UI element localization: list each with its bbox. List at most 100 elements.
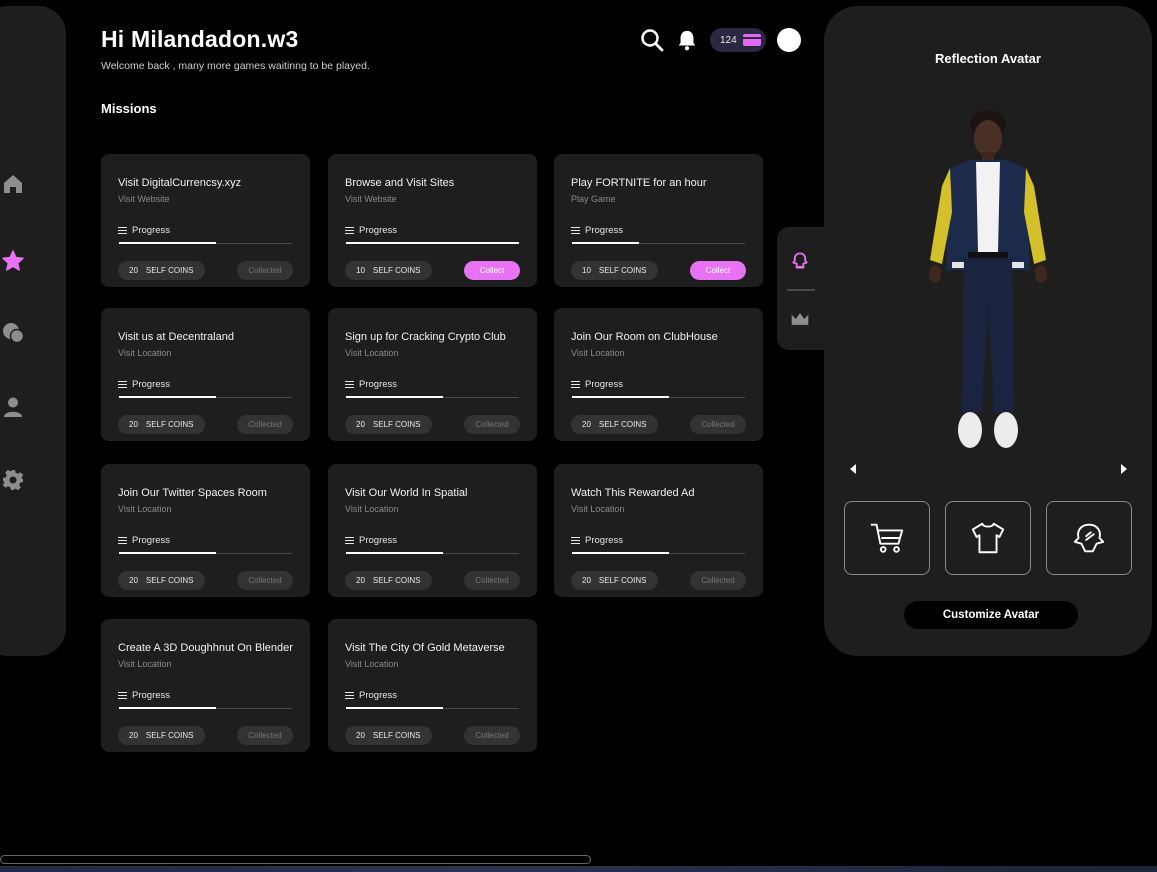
list-icon [571, 226, 580, 235]
bottom-strip [0, 866, 1157, 872]
chat-icon[interactable] [0, 320, 26, 346]
progress-track [572, 552, 745, 554]
progress-fill [572, 242, 640, 244]
coin-balance[interactable]: 124 [710, 28, 766, 52]
coins-amount: 20 [129, 731, 138, 740]
mission-subtitle: Visit Location [345, 504, 399, 514]
mission-subtitle: Visit Location [345, 348, 399, 358]
progress-label: Progress [571, 535, 623, 546]
avatar[interactable] [777, 28, 801, 52]
mission-subtitle: Visit Location [118, 504, 172, 514]
mission-title: Create A 3D Doughhnut On Blender [118, 642, 293, 654]
mission-card[interactable]: Browse and Visit Sites Visit Website Progr… [328, 154, 537, 287]
progress-label-text: Progress [132, 225, 171, 236]
mission-card[interactable]: Create A 3D Doughhnut On Blender Visit Lo… [101, 619, 310, 752]
progress-track [119, 396, 292, 398]
sidebar [0, 6, 66, 656]
shop-tile[interactable] [844, 501, 930, 575]
gear-icon[interactable] [0, 467, 26, 493]
collect-button[interactable]: Collect [690, 261, 746, 280]
mission-title: Join Our Room on ClubHouse [571, 331, 718, 343]
mission-card[interactable]: Join Our Twitter Spaces Room Visit Locati… [101, 464, 310, 597]
mission-card[interactable]: Visit DigitalCurrencsy.xyz Visit Website P… [101, 154, 310, 287]
avatar-icon[interactable] [790, 251, 810, 271]
mission-subtitle: Visit Website [118, 194, 170, 204]
collected-badge: Collected [237, 571, 293, 590]
list-icon [345, 226, 354, 235]
prev-arrow-icon[interactable] [848, 463, 858, 475]
coins-unit: SELF COINS [145, 731, 194, 740]
coins-unit: SELF COINS [598, 420, 647, 429]
next-arrow-icon[interactable] [1119, 463, 1129, 475]
user-icon[interactable] [0, 394, 26, 420]
coins-reward: 20 SELF COINS [571, 571, 659, 590]
customize-avatar-button[interactable]: Customize Avatar [904, 601, 1078, 629]
bell-icon[interactable] [676, 28, 698, 52]
progress-fill [346, 552, 443, 554]
horizontal-scrollbar[interactable] [0, 855, 591, 864]
avatar-figure [929, 110, 1047, 448]
mission-card[interactable]: Sign up for Cracking Crypto Club Visit Lo… [328, 308, 537, 441]
progress-track [119, 242, 292, 244]
coins-amount: 20 [129, 266, 138, 275]
list-icon [345, 380, 354, 389]
mission-subtitle: Visit Website [345, 194, 397, 204]
mission-subtitle: Visit Location [571, 348, 625, 358]
coins-amount: 20 [129, 576, 138, 585]
progress-label-text: Progress [359, 535, 398, 546]
list-icon [118, 226, 127, 235]
coins-amount: 10 [356, 266, 365, 275]
home-icon[interactable] [0, 171, 26, 197]
progress-label-text: Progress [359, 690, 398, 701]
collected-badge: Collected [690, 571, 746, 590]
page-title: Hi Milandadon.w3 [101, 26, 299, 52]
progress-fill [119, 242, 216, 244]
mission-card[interactable]: Watch This Rewarded Ad Visit Location Prog… [554, 464, 763, 597]
search-icon[interactable] [640, 28, 664, 52]
coins-reward: 20 SELF COINS [345, 571, 433, 590]
avatar-panel: Reflection Avatar Customize Avatar [824, 6, 1152, 656]
mission-title: Visit The City Of Gold Metaverse [345, 642, 505, 654]
coins-unit: SELF COINS [598, 266, 647, 275]
progress-label: Progress [571, 379, 623, 390]
coins-unit: SELF COINS [372, 266, 421, 275]
progress-track [346, 707, 519, 709]
coin-count: 124 [720, 34, 737, 46]
progress-track [346, 242, 519, 244]
progress-fill [119, 552, 216, 554]
coins-reward: 10 SELF COINS [345, 261, 433, 280]
mission-card[interactable]: Visit The City Of Gold Metaverse Visit Lo… [328, 619, 537, 752]
coins-amount: 20 [129, 420, 138, 429]
coins-reward: 20 SELF COINS [118, 415, 206, 434]
coins-amount: 10 [582, 266, 591, 275]
progress-label-text: Progress [132, 535, 171, 546]
progress-fill [346, 707, 443, 709]
progress-fill [572, 396, 669, 398]
coins-unit: SELF COINS [372, 576, 421, 585]
coins-unit: SELF COINS [145, 266, 194, 275]
list-icon [571, 380, 580, 389]
star-icon[interactable] [0, 248, 26, 274]
progress-fill [572, 552, 669, 554]
collect-button[interactable]: Collect [464, 261, 520, 280]
mission-card[interactable]: Visit us at Decentraland Visit Location Pr… [101, 308, 310, 441]
progress-label-text: Progress [585, 225, 624, 236]
progress-label: Progress [571, 225, 623, 236]
coins-unit: SELF COINS [372, 420, 421, 429]
progress-label: Progress [345, 535, 397, 546]
coins-unit: SELF COINS [145, 576, 194, 585]
avatar-side-tab [777, 227, 829, 350]
mission-title: Visit DigitalCurrencsy.xyz [118, 177, 242, 189]
accessory-tile[interactable] [1046, 501, 1132, 575]
mission-title: Play FORTNITE for an hour [571, 177, 707, 189]
list-icon [571, 536, 580, 545]
crown-icon[interactable] [790, 310, 810, 328]
mission-subtitle: Visit Location [118, 659, 172, 669]
mission-card[interactable]: Visit Our World In Spatial Visit Location… [328, 464, 537, 597]
mission-title: Browse and Visit Sites [345, 177, 455, 189]
coins-unit: SELF COINS [598, 576, 647, 585]
clothing-tile[interactable] [945, 501, 1031, 575]
progress-track [572, 242, 745, 244]
mission-card[interactable]: Join Our Room on ClubHouse Visit Location… [554, 308, 763, 441]
mission-card[interactable]: Play FORTNITE for an hour Play Game Progre… [554, 154, 763, 287]
